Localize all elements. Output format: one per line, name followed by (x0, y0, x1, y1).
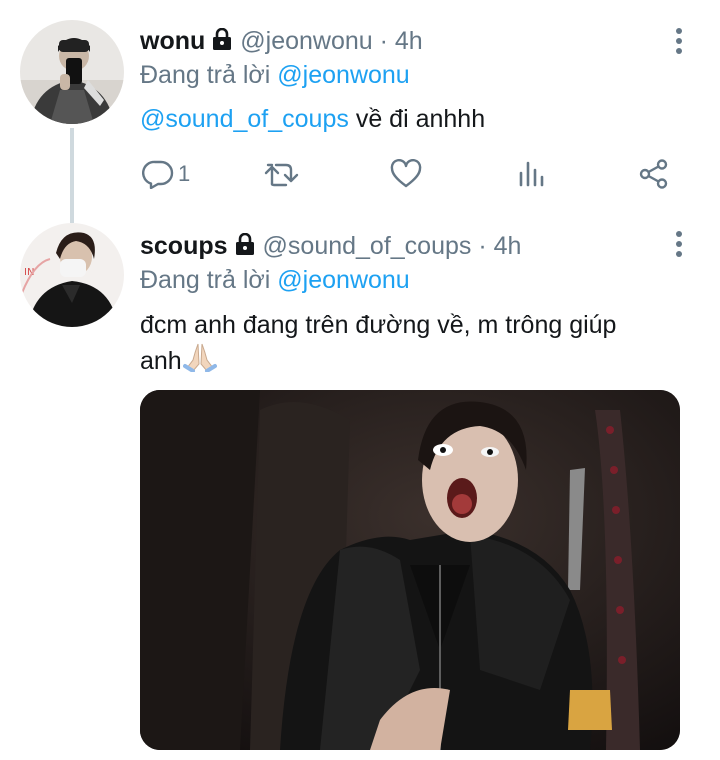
tweet-content: scoups @sound_of_coups · 4h Đang trả lời… (140, 229, 680, 381)
more-icon[interactable] (676, 231, 682, 261)
reply-count: 1 (178, 161, 191, 186)
replying-to: Đang trả lời @jeonwonu (140, 263, 680, 297)
tweet-media-image[interactable] (140, 390, 680, 750)
text-mention[interactable]: @sound_of_coups (140, 105, 349, 133)
display-name[interactable]: scoups (140, 229, 228, 263)
text-line: anh (140, 342, 680, 381)
reply-button[interactable]: 1 (142, 156, 190, 192)
analytics-button[interactable] (517, 156, 545, 192)
share-icon (638, 158, 670, 190)
tweet-scoups[interactable]: IN scoups @sound_of_coups · 4h Đang trả … (0, 215, 720, 760)
tweet-text: @sound_of_coups về đi anhhh (140, 102, 680, 136)
tweet-content: wonu @jeonwonu · 4h Đang trả lời @jeonwo… (140, 24, 680, 136)
replying-to: Đang trả lời @jeonwonu (140, 58, 680, 92)
display-name[interactable]: wonu (140, 24, 205, 58)
reply-icon (142, 159, 174, 189)
like-icon (390, 159, 422, 189)
handle-and-time[interactable]: @sound_of_coups · 4h (263, 229, 522, 263)
replying-prefix: Đang trả lời (140, 266, 271, 294)
action-bar: 1 (140, 156, 680, 192)
tweet-text: đcm anh đang trên đường về, m trông giúp… (140, 309, 680, 381)
more-icon[interactable] (676, 28, 682, 58)
avatar[interactable]: IN (20, 223, 124, 327)
replying-mention[interactable]: @jeonwonu (277, 61, 409, 89)
tweet-wonu[interactable]: wonu @jeonwonu · 4h Đang trả lời @jeonwo… (0, 0, 720, 223)
folded-hands-emoji (182, 342, 217, 381)
text-line-end: anh (140, 347, 182, 375)
lock-icon (235, 230, 255, 264)
text-body: về đi anhhh (348, 105, 486, 133)
tweet-header: scoups @sound_of_coups · 4h (140, 229, 680, 263)
thread-line (70, 128, 74, 223)
handle-and-time[interactable]: @jeonwonu · 4h (240, 24, 422, 58)
retweet-button[interactable] (264, 156, 300, 192)
replying-prefix: Đang trả lời (140, 61, 271, 89)
retweet-icon (264, 160, 300, 188)
lock-icon (212, 25, 232, 59)
text-line: đcm anh đang trên đường về, m trông giúp (140, 311, 617, 339)
replying-mention[interactable]: @jeonwonu (277, 266, 409, 294)
share-button[interactable] (638, 156, 670, 192)
like-button[interactable] (390, 156, 422, 192)
analytics-icon (517, 159, 545, 189)
tweet-header: wonu @jeonwonu · 4h (140, 24, 680, 58)
avatar[interactable] (20, 20, 124, 124)
